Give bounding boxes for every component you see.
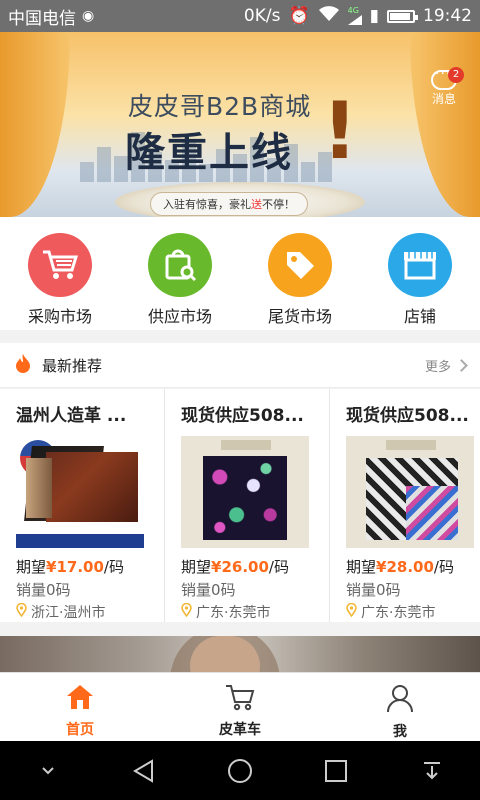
product-price: 期望¥28.00/码	[346, 558, 454, 576]
status-bar: 中国电信 ◉ 0K/s ⏰ 4G ▮ 19:42	[0, 0, 480, 32]
product-image	[181, 436, 309, 548]
product-image	[346, 436, 474, 548]
secondary-banner[interactable]	[0, 636, 480, 672]
back-triangle-icon	[133, 758, 153, 783]
fire-icon	[14, 353, 32, 377]
nav-purchase-market[interactable]: 采购市场	[0, 217, 120, 330]
product-title: 现货供应508...	[346, 406, 469, 426]
sim-icon: ▮	[369, 6, 379, 26]
curtain-right	[410, 32, 480, 217]
system-nav-bar	[0, 741, 480, 800]
curtain-left	[0, 32, 70, 217]
more-link[interactable]: 更多	[425, 356, 468, 375]
product-card[interactable]: 温州人造革 ... 期望¥17.00/码 销量0码 浙江·温州市	[0, 389, 165, 622]
tab-label: 首页	[66, 722, 94, 738]
nav-clearance-market[interactable]: 尾货市场	[240, 217, 360, 330]
tab-label: 我	[393, 724, 407, 740]
nfc-icon: ◉	[82, 8, 95, 24]
recents-square-icon	[325, 759, 347, 782]
home-icon	[65, 683, 95, 715]
tab-label: 皮革车	[219, 722, 261, 738]
product-location: 浙江·温州市	[16, 602, 156, 622]
nav-store[interactable]: 店铺	[360, 217, 480, 330]
recents-button[interactable]	[314, 749, 358, 793]
section-header-recommend: 最新推荐 更多	[0, 343, 480, 388]
product-price: 期望¥26.00/码	[181, 558, 289, 576]
product-image	[16, 436, 144, 548]
message-count-badge: 2	[448, 67, 464, 83]
tab-leather-cart[interactable]: 皮革车	[160, 673, 320, 741]
product-location: 广东·东莞市	[346, 602, 480, 622]
location-pin-icon	[181, 602, 192, 621]
product-title: 温州人造革 ...	[16, 406, 127, 426]
signal-icon: 4G	[347, 7, 362, 25]
product-title: 现货供应508...	[181, 406, 304, 426]
nav-label: 采购市场	[27, 307, 92, 326]
tab-me[interactable]: 我	[320, 673, 480, 741]
banner-exclamation: !	[322, 87, 358, 177]
clock: 19:42	[423, 6, 472, 26]
battery-icon	[387, 9, 418, 23]
back-button[interactable]	[122, 749, 166, 793]
tag-icon	[268, 233, 332, 297]
product-card[interactable]: 现货供应508... 期望¥26.00/码 销量0码 广东·东莞市	[165, 389, 330, 622]
nav-label: 尾货市场	[267, 307, 332, 326]
product-carousel: 温州人造革 ... 期望¥17.00/码 销量0码 浙江·温州市 现货供应508…	[0, 389, 480, 622]
network-speed: 0K/s	[243, 6, 281, 26]
location-pin-icon	[16, 602, 27, 621]
banner-subhead: 隆重上线	[125, 130, 293, 176]
category-nav: 采购市场 供应市场 尾货市场 店铺	[0, 217, 480, 330]
carrier-name: 中国电信	[8, 8, 76, 29]
home-button[interactable]	[218, 749, 262, 793]
product-sales: 销量0码	[346, 581, 401, 599]
nav-label: 供应市场	[147, 307, 212, 326]
hide-nav-button[interactable]	[26, 749, 70, 793]
promo-banner[interactable]: 皮皮哥B2B商城 隆重上线 ! 入驻有惊喜，豪礼送不停！ 2 消息	[0, 32, 480, 217]
product-price: 期望¥17.00/码	[16, 558, 124, 576]
messages-label: 消息	[431, 92, 456, 106]
notification-pull-button[interactable]	[410, 749, 454, 793]
nav-supply-market[interactable]: 供应市场	[120, 217, 240, 330]
messages-button[interactable]: 2 消息	[424, 66, 464, 112]
nav-label: 店铺	[403, 307, 436, 326]
tab-home[interactable]: 首页	[0, 673, 160, 741]
pull-down-icon	[424, 761, 440, 779]
store-icon	[388, 233, 452, 297]
product-sales: 销量0码	[181, 581, 236, 599]
section-title: 最新推荐	[42, 356, 103, 375]
banner-headline: 皮皮哥B2B商城	[128, 92, 312, 121]
product-location: 广东·东莞市	[181, 602, 321, 622]
supply-bag-icon	[148, 233, 212, 297]
app-screen: 中国电信 ◉ 0K/s ⏰ 4G ▮ 19:42 皮皮哥B2B商城 隆重上线 !…	[0, 0, 480, 800]
chevron-down-icon	[42, 766, 54, 774]
cart-icon	[224, 683, 256, 715]
location-pin-icon	[346, 602, 357, 621]
alarm-icon: ⏰	[288, 6, 310, 26]
cart-icon	[28, 233, 92, 297]
product-card[interactable]: 现货供应508... 期望¥28.00/码 销量0码 广东·东莞市	[330, 389, 480, 622]
bottom-tab-bar: 首页 皮革车 我	[0, 672, 480, 741]
wifi-icon	[318, 5, 340, 27]
user-icon	[385, 683, 415, 717]
home-circle-icon	[228, 758, 252, 783]
chevron-right-icon	[455, 358, 468, 372]
product-sales: 销量0码	[16, 581, 71, 599]
banner-tagline: 入驻有惊喜，豪礼送不停！	[150, 192, 308, 216]
